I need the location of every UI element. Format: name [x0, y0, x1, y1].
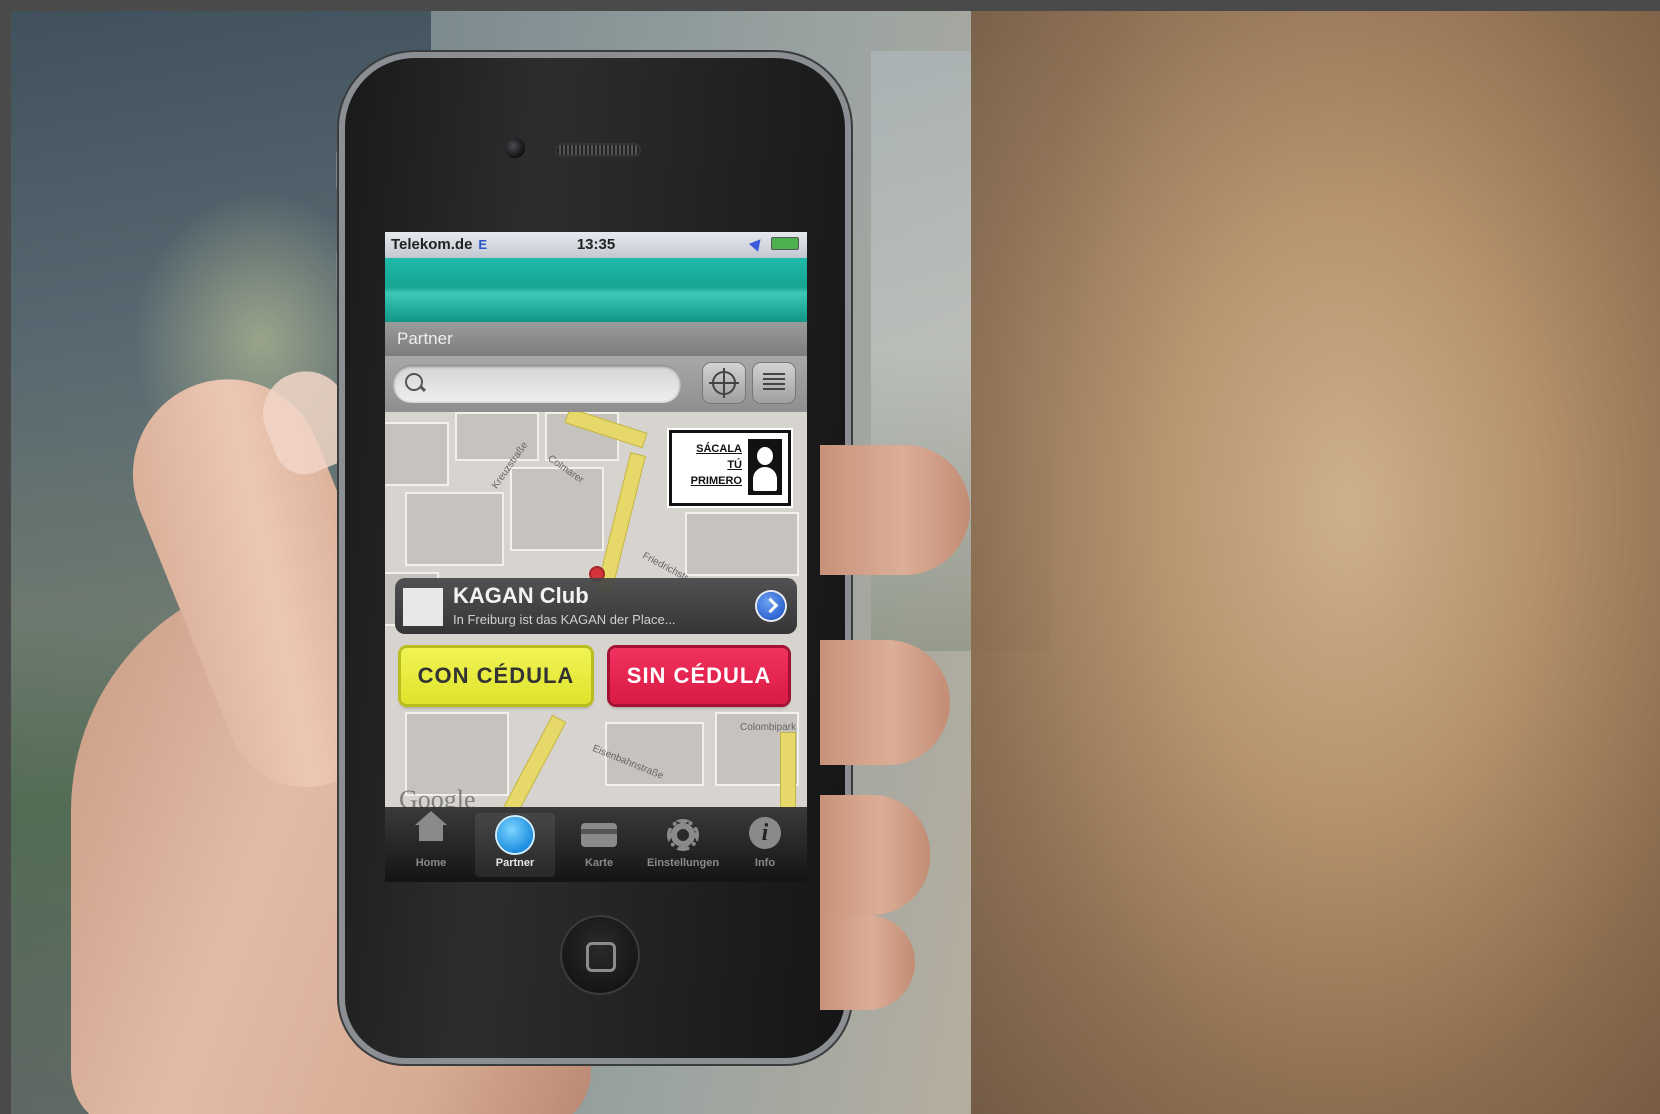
- map-callout[interactable]: KAGAN Club In Freiburg ist das KAGAN der…: [395, 578, 797, 634]
- volume-up-button: [336, 250, 345, 295]
- location-arrow-icon: [748, 235, 766, 252]
- navigation-bar: Partner: [385, 322, 807, 356]
- house-icon: [415, 811, 447, 841]
- sin-cedula-button[interactable]: SIN CÉDULA: [610, 648, 788, 704]
- status-time: 13:35: [576, 236, 616, 253]
- finger-index: [820, 445, 970, 575]
- tab-karte[interactable]: Karte: [559, 813, 639, 877]
- tab-einstellungen[interactable]: Einstellungen: [643, 813, 723, 877]
- tab-label: Partner: [495, 857, 535, 869]
- tab-partner[interactable]: Partner: [475, 813, 555, 877]
- list-icon: [763, 373, 785, 393]
- finger-middle: [820, 640, 950, 765]
- callout-title: KAGAN Club: [453, 583, 589, 608]
- map-view[interactable]: Colmarer Kreuzstraße Eisenbahnstraße Fri…: [385, 412, 807, 807]
- tab-label: Home: [415, 857, 447, 869]
- promo-text: SÁCALA TÚ PRIMERO: [690, 443, 742, 487]
- map-block: [405, 712, 509, 796]
- avatar-silhouette-icon: [748, 439, 782, 495]
- finger-pinky: [820, 915, 915, 1010]
- phone-screen: Telekom.de E 13:35 Partner Colmarer Kreu…: [385, 232, 807, 882]
- finger-ring: [820, 795, 930, 915]
- tab-home[interactable]: Home: [391, 811, 471, 877]
- tab-info[interactable]: i Info: [725, 813, 805, 877]
- list-view-button[interactable]: [753, 363, 795, 403]
- map-block: [385, 422, 449, 486]
- battery-icon: [771, 237, 799, 250]
- map-block: [405, 492, 504, 566]
- info-icon: i: [749, 817, 781, 849]
- callout-subtitle: In Freiburg ist das KAGAN der Place...: [453, 612, 676, 627]
- app-banner: [385, 258, 807, 322]
- tab-label: Karte: [584, 857, 614, 869]
- promo-badge[interactable]: SÁCALA TÚ PRIMERO: [669, 430, 791, 506]
- search-input[interactable]: [393, 365, 681, 403]
- search-toolbar: [385, 356, 807, 412]
- disclosure-arrow-icon[interactable]: [757, 592, 785, 620]
- card-icon: [581, 823, 617, 847]
- tab-bar: Home Partner Karte Einstellungen i Info: [385, 807, 807, 882]
- crosshair-icon: [709, 368, 739, 398]
- con-cedula-button[interactable]: CON CÉDULA: [401, 648, 591, 704]
- page-title: Partner: [397, 329, 453, 348]
- major-road: [499, 714, 567, 807]
- map-block: [455, 412, 539, 461]
- tab-label: Einstellungen: [646, 857, 720, 869]
- gear-icon: [667, 819, 699, 851]
- status-bar: Telekom.de E 13:35: [385, 232, 807, 258]
- map-block: [510, 467, 604, 551]
- locate-me-button[interactable]: [703, 363, 745, 403]
- earpiece-speaker: [555, 143, 641, 157]
- street-label: Colombipark: [740, 722, 797, 733]
- partner-icon: [497, 817, 533, 853]
- map-attribution: Google: [399, 785, 476, 807]
- volume-down-button: [336, 310, 345, 355]
- mute-switch: [336, 150, 345, 190]
- tab-label: Info: [754, 857, 776, 869]
- map-block: [685, 512, 799, 576]
- major-road: [780, 732, 796, 807]
- callout-thumbnail: [403, 588, 443, 626]
- front-camera: [505, 138, 525, 158]
- home-button[interactable]: [560, 915, 640, 995]
- search-icon: [405, 373, 423, 391]
- background-blur-person: [971, 11, 1660, 1114]
- status-right: [748, 235, 799, 252]
